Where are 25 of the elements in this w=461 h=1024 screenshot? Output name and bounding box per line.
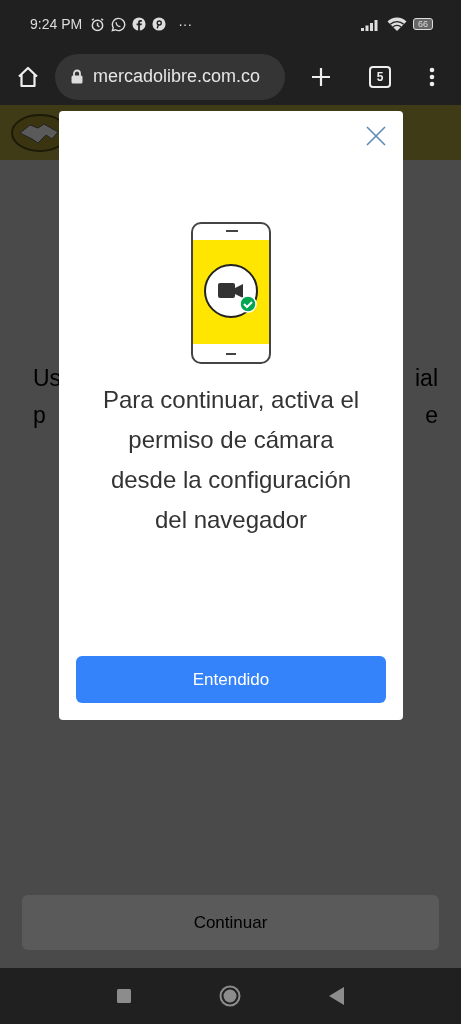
plus-icon[interactable]	[311, 66, 331, 87]
status-time: 9:24 PM	[30, 16, 83, 32]
background-text: Us	[33, 365, 62, 393]
understood-button[interactable]: Entendido	[76, 656, 386, 703]
more-notifications: ···	[178, 16, 193, 32]
dialog-message: Para continuar, activa el permiso de cámara desde la configuración del navegador	[101, 385, 361, 535]
wifi-icon	[387, 16, 407, 32]
social-f-icon	[132, 17, 147, 31]
background-text: e	[425, 402, 438, 430]
chat-bubble-icon	[111, 16, 127, 32]
home-icon[interactable]	[17, 65, 39, 88]
signal-icon	[361, 17, 381, 31]
background-text: p	[33, 402, 46, 430]
close-icon[interactable]	[366, 126, 386, 146]
tab-switcher-button[interactable]: 5	[369, 65, 391, 88]
home-circle-icon[interactable]	[219, 985, 241, 1007]
alarm-clock-icon	[90, 16, 106, 32]
overflow-menu-icon[interactable]	[429, 66, 435, 87]
address-bar[interactable]: mercadolibre.com.co	[55, 53, 285, 100]
lock-icon	[71, 69, 83, 84]
background-text: ial	[415, 365, 438, 393]
battery-indicator: 66	[413, 18, 433, 30]
back-icon[interactable]	[329, 987, 344, 1005]
url-text: mercadolibre.com.co	[93, 66, 261, 87]
social-p-icon	[152, 17, 167, 31]
